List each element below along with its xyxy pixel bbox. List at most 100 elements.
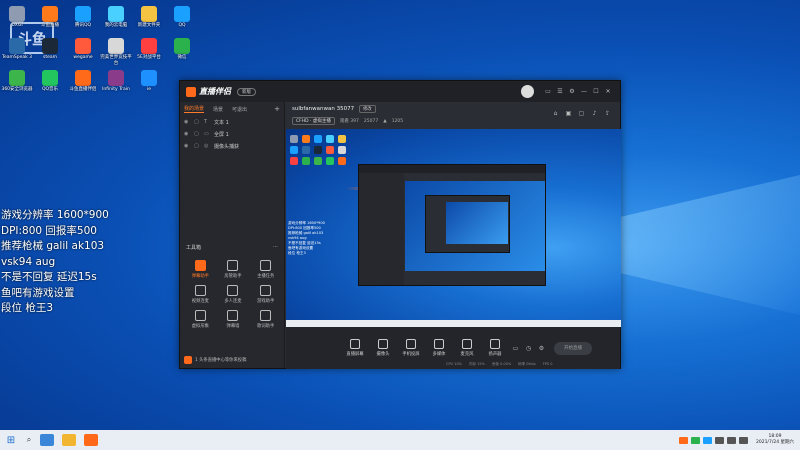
desktop-icon[interactable]: 腾讯QQ: [68, 6, 98, 29]
tab-scenes[interactable]: 场景: [213, 106, 223, 113]
source-control-button[interactable]: 麦克风: [453, 339, 481, 357]
network-icon[interactable]: [727, 436, 737, 444]
tool-icon: [260, 285, 272, 296]
lock-icon[interactable]: ▢: [194, 119, 200, 125]
more-icon[interactable]: ⋯: [273, 244, 278, 251]
tool-button[interactable]: 弹幕助手: [184, 260, 217, 279]
desktop-icon-label: steam: [42, 55, 58, 60]
desktop-icon[interactable]: ie: [134, 70, 164, 93]
settings-icon[interactable]: ⚙: [535, 345, 548, 352]
app-icon: [108, 70, 124, 86]
eye-icon[interactable]: ◉: [184, 119, 190, 125]
tool-button[interactable]: 房管助手: [217, 260, 250, 279]
desktop-icon[interactable]: 微信: [167, 38, 197, 61]
system-clock[interactable]: 18:09 2021/7/24 星期六: [756, 434, 794, 446]
source-control-button[interactable]: 手机投屏: [397, 339, 425, 357]
menu-icon[interactable]: ☰: [554, 88, 566, 95]
lock-icon[interactable]: ▢: [194, 131, 200, 137]
version-pill[interactable]: 新版: [237, 87, 256, 96]
tool-button[interactable]: 弹幕墙: [217, 310, 250, 329]
desktop-icon[interactable]: 5E对战平台: [134, 38, 164, 61]
windows-taskbar: ⊞ ⌕ 18:09 2021/7/24 星期六: [0, 430, 800, 450]
clock-date: 2021/7/24 星期六: [755, 440, 794, 445]
settings-icon[interactable]: ⚙: [566, 88, 578, 95]
minimize-icon[interactable]: —: [578, 88, 590, 95]
replay-icon[interactable]: ◷: [522, 345, 535, 352]
eye-icon[interactable]: ◉: [184, 131, 190, 137]
source-control-button[interactable]: 扬声器: [481, 339, 509, 357]
bell-icon[interactable]: ♪: [588, 110, 601, 117]
scene-item[interactable]: ◉ ▢ T 文本 1: [180, 116, 284, 128]
desktop-icon[interactable]: steam: [35, 38, 65, 61]
app-icon: [75, 38, 91, 54]
close-icon[interactable]: ✕: [602, 88, 614, 95]
task-view-icon[interactable]: [40, 434, 54, 446]
tool-icon: [227, 285, 239, 296]
tool-button[interactable]: 视频连麦: [184, 285, 217, 304]
search-icon[interactable]: ⌕: [22, 435, 36, 445]
status-item: 丢帧 0.00%: [491, 362, 512, 366]
tool-button[interactable]: 多人连麦: [217, 285, 250, 304]
preview-icon: [314, 135, 322, 143]
scene-item[interactable]: ◉ ▢ ▭ 全屏 1: [180, 128, 284, 140]
lock-room-icon[interactable]: ▢: [575, 110, 588, 117]
box-icon[interactable]: ⌂: [549, 110, 562, 117]
promo-note[interactable]: 1 头条直播中心等你来投稿: [184, 356, 280, 364]
preview-icon: [338, 135, 346, 143]
info-line: 鱼吧有游戏设置: [1, 286, 75, 299]
source-icon: [490, 339, 500, 349]
tool-button[interactable]: 主播任务: [249, 260, 282, 279]
edit-room-button[interactable]: 修改: [359, 105, 376, 113]
desktop-icon-label: 斗鱼直播: [41, 23, 59, 28]
tool-button[interactable]: 歌词助手: [249, 310, 282, 329]
tab-my-scenes[interactable]: 我的场景: [184, 105, 205, 113]
tray-app-icon[interactable]: [679, 436, 689, 444]
add-scene-icon[interactable]: +: [274, 105, 280, 113]
tab-exit[interactable]: 可退出: [232, 106, 247, 113]
source-control-button[interactable]: 直播屏幕: [341, 339, 369, 357]
start-button[interactable]: ⊞: [0, 430, 22, 450]
desktop-icon[interactable]: QQ: [167, 6, 197, 29]
volume-icon[interactable]: [739, 436, 749, 444]
desktop-icon[interactable]: 完美世界竞技平台: [100, 38, 132, 66]
scene-item[interactable]: ◉ ▢ ◎ 摄像头捕获: [180, 140, 284, 152]
desktop-icon-label: 新建文件夹: [137, 23, 161, 28]
streaming-app-taskbar-icon[interactable]: [84, 434, 98, 446]
skin-icon[interactable]: ▭: [542, 88, 554, 95]
desktop-icon[interactable]: TeamSpeak 3: [2, 38, 32, 61]
tool-button[interactable]: 虚拟形象: [184, 310, 217, 329]
tool-button[interactable]: 游戏助手: [249, 285, 282, 304]
eye-icon[interactable]: ◉: [184, 143, 190, 149]
tray-app-icon[interactable]: [715, 436, 725, 444]
desktop-icon[interactable]: 斗鱼直播伴侣: [68, 70, 98, 93]
user-avatar[interactable]: [521, 85, 534, 98]
desktop-icon[interactable]: QQ音乐: [35, 70, 65, 93]
desktop-icon[interactable]: wegame: [68, 38, 98, 61]
desktop-icon[interactable]: DXGI: [2, 6, 32, 29]
stream-preview[interactable]: 游戏分辨率 1600*900 DPI:800 回报率500 推荐枪械 galil a…: [286, 129, 621, 327]
app-icon: [174, 6, 190, 22]
room-category[interactable]: CFHD · 虚拟主播: [292, 117, 335, 125]
source-control-button[interactable]: 摄像头: [369, 339, 397, 357]
preview-icon: [338, 157, 346, 165]
desktop-icon[interactable]: 我的云电脑: [101, 6, 131, 29]
tray-app-icon[interactable]: [691, 436, 701, 444]
tray-app-icon[interactable]: [703, 436, 713, 444]
source-icon: [350, 339, 360, 349]
record-icon[interactable]: ▭: [509, 345, 522, 352]
source-control-label: 扬声器: [488, 352, 502, 357]
desktop-icon[interactable]: 360安全浏览器: [1, 70, 33, 93]
preview-icon: [302, 146, 310, 154]
desktop-icon[interactable]: 新建文件夹: [134, 6, 164, 29]
start-live-button[interactable]: 开始直播: [554, 341, 592, 355]
lock-icon[interactable]: ▢: [194, 143, 200, 149]
source-control-button[interactable]: 多媒体: [425, 339, 453, 357]
app-icon: [42, 38, 58, 54]
desktop-icon[interactable]: 斗鱼直播: [35, 6, 65, 29]
share-icon[interactable]: ⇪: [601, 110, 614, 117]
gift-box-icon[interactable]: ▣: [562, 110, 575, 117]
maximize-icon[interactable]: ☐: [590, 88, 602, 95]
file-explorer-icon[interactable]: [62, 434, 76, 446]
preview-info-line: 段位 枪王3: [288, 251, 306, 255]
desktop-icon[interactable]: Infinity Train: [101, 70, 131, 93]
